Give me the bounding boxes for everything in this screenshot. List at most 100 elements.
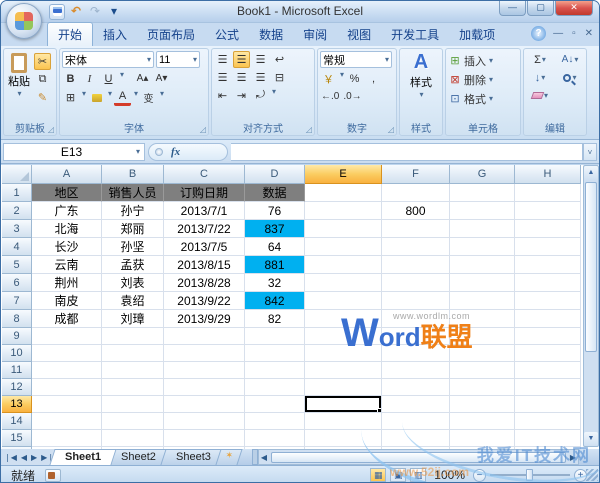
cell-E13[interactable] [305, 396, 382, 413]
decrease-decimal-button[interactable]: .0→ [342, 88, 362, 105]
cell-G13[interactable] [450, 396, 515, 413]
cell-H14[interactable] [515, 413, 581, 430]
alignment-dialog-launcher[interactable]: ◿ [306, 125, 312, 134]
cell-G9[interactable] [450, 328, 515, 345]
cell-C15[interactable] [164, 430, 245, 447]
middle-align-button[interactable]: ☰ [233, 51, 250, 68]
number-format-select[interactable]: 常规 ▾ [320, 51, 392, 68]
cell-B6[interactable]: 刘表 [102, 274, 164, 292]
cell-A15[interactable] [32, 430, 102, 447]
row-header-10[interactable]: 10 [2, 345, 32, 362]
workbook-restore-button[interactable]: ▫ [570, 28, 578, 39]
column-header-F[interactable]: F [382, 165, 450, 184]
close-button[interactable]: ✕ [555, 1, 593, 16]
accounting-format-button[interactable]: ￥ [320, 70, 337, 87]
cell-A8[interactable]: 成都 [32, 310, 102, 328]
ribbon-tab-插入[interactable]: 插入 [93, 23, 137, 46]
cell-B12[interactable] [102, 379, 164, 396]
ribbon-tab-数据[interactable]: 数据 [249, 23, 293, 46]
cell-C6[interactable]: 2013/8/28 [164, 274, 245, 292]
name-box-dropdown-icon[interactable]: ▾ [136, 147, 140, 156]
cell-E2[interactable] [305, 202, 382, 220]
shrink-font-button[interactable]: A▾ [153, 70, 170, 87]
cell-D9[interactable] [245, 328, 305, 345]
align-right-button[interactable]: ☰ [252, 69, 269, 86]
ribbon-tab-页面布局[interactable]: 页面布局 [137, 23, 205, 46]
cell-D12[interactable] [245, 379, 305, 396]
maximize-button[interactable]: ▢ [527, 1, 554, 16]
copy-button[interactable]: ⧉ [34, 71, 51, 88]
phonetic-button[interactable]: 变 [140, 89, 157, 106]
cell-F11[interactable] [382, 362, 450, 379]
merge-center-button[interactable]: ⊟ [271, 69, 288, 86]
delete-cells-button[interactable]: ⊠ 删除 ▾ [448, 70, 518, 89]
cell-H13[interactable] [515, 396, 581, 413]
row-header-6[interactable]: 6 [2, 274, 32, 292]
horizontal-scrollbar[interactable]: ◀ ▶ [257, 449, 579, 465]
cell-E4[interactable] [305, 238, 382, 256]
font-color-dropdown-icon[interactable]: ▾ [134, 89, 138, 106]
row-header-4[interactable]: 4 [2, 238, 32, 256]
cell-D1[interactable]: 数据 [245, 184, 305, 202]
vertical-scrollbar-thumb[interactable] [585, 182, 597, 352]
cell-C12[interactable] [164, 379, 245, 396]
cell-H3[interactable] [515, 220, 581, 238]
cell-D13[interactable] [245, 396, 305, 413]
cell-E9[interactable] [305, 328, 382, 345]
zoom-slider-thumb[interactable] [526, 469, 533, 481]
page-layout-view-button[interactable]: ▣ [390, 468, 407, 482]
row-header-11[interactable]: 11 [2, 362, 32, 379]
fill-color-dropdown-icon[interactable]: ▾ [108, 89, 112, 106]
grow-font-button[interactable]: A▴ [134, 70, 151, 87]
column-header-B[interactable]: B [102, 165, 164, 184]
cell-G1[interactable] [450, 184, 515, 202]
cell-A6[interactable]: 荆州 [32, 274, 102, 292]
cell-A7[interactable]: 南皮 [32, 292, 102, 310]
decrease-indent-button[interactable]: ⇤ [214, 87, 231, 104]
fill-handle[interactable] [377, 408, 381, 412]
insert-cells-button[interactable]: ⊞ 插入 ▾ [448, 51, 518, 70]
cell-F10[interactable] [382, 345, 450, 362]
cell-D4[interactable]: 64 [245, 238, 305, 256]
cell-H2[interactable] [515, 202, 581, 220]
phonetic-dropdown-icon[interactable]: ▾ [160, 89, 164, 106]
cell-B14[interactable] [102, 413, 164, 430]
cell-B10[interactable] [102, 345, 164, 362]
format-painter-button[interactable]: ✎ [34, 89, 51, 106]
workbook-close-button[interactable]: ✕ [583, 28, 595, 39]
cell-G15[interactable] [450, 430, 515, 447]
cell-A14[interactable] [32, 413, 102, 430]
cell-D7[interactable]: 842 [245, 292, 305, 310]
number-dialog-launcher[interactable]: ◿ [388, 125, 394, 134]
cell-B1[interactable]: 销售人员 [102, 184, 164, 202]
ribbon-tab-审阅[interactable]: 审阅 [293, 23, 337, 46]
row-header-2[interactable]: 2 [2, 202, 32, 220]
row-header-3[interactable]: 3 [2, 220, 32, 238]
row-header-9[interactable]: 9 [2, 328, 32, 345]
column-header-C[interactable]: C [164, 165, 245, 184]
clear-button[interactable]: ▾ [526, 87, 554, 104]
cell-F1[interactable] [382, 184, 450, 202]
cell-E15[interactable] [305, 430, 382, 447]
fill-button[interactable]: ↓ ▾ [526, 69, 554, 86]
increase-indent-button[interactable]: ⇥ [233, 87, 250, 104]
cell-F15[interactable] [382, 430, 450, 447]
font-dialog-launcher[interactable]: ◿ [200, 125, 206, 134]
workbook-minimize-button[interactable]: — [551, 28, 565, 39]
cell-E6[interactable] [305, 274, 382, 292]
cell-E12[interactable] [305, 379, 382, 396]
cell-C4[interactable]: 2013/7/5 [164, 238, 245, 256]
cell-G14[interactable] [450, 413, 515, 430]
scroll-right-icon[interactable]: ▶ [568, 453, 578, 462]
cell-G8[interactable] [450, 310, 515, 328]
cell-C9[interactable] [164, 328, 245, 345]
zoom-out-button[interactable]: − [473, 468, 486, 482]
ribbon-tab-视图[interactable]: 视图 [337, 23, 381, 46]
column-header-H[interactable]: H [515, 165, 581, 184]
cell-D15[interactable] [245, 430, 305, 447]
ribbon-tab-开发工具[interactable]: 开发工具 [381, 23, 449, 46]
column-header-E[interactable]: E [305, 165, 382, 184]
macro-record-button[interactable] [45, 468, 62, 482]
cell-F3[interactable] [382, 220, 450, 238]
align-center-button[interactable]: ☰ [233, 69, 250, 86]
